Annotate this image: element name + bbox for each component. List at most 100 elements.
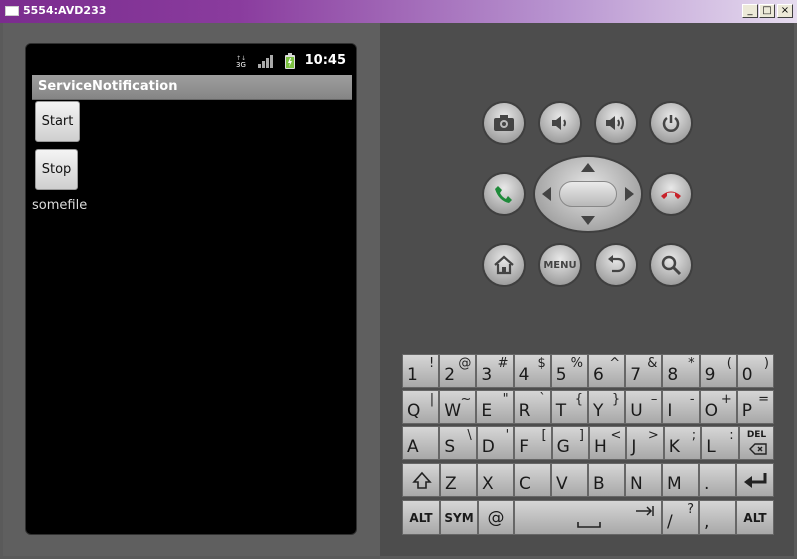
key-w[interactable]: W ~ xyxy=(439,390,477,424)
dpad-down-icon[interactable] xyxy=(581,216,595,225)
key-n[interactable]: N xyxy=(625,463,662,497)
key-t[interactable]: T{ xyxy=(550,390,588,424)
key-d[interactable]: D ' xyxy=(476,426,515,460)
at-key[interactable]: @ xyxy=(478,500,514,535)
key-q[interactable]: Q | xyxy=(402,390,440,424)
key-z[interactable]: Z xyxy=(440,463,477,497)
volume-up-button[interactable] xyxy=(596,103,636,143)
enter-key[interactable] xyxy=(736,463,774,497)
key-5[interactable]: 5% xyxy=(550,354,588,388)
slash-key[interactable]: / ? xyxy=(662,500,699,535)
maximize-button[interactable]: □ xyxy=(759,4,775,18)
key-k[interactable]: K; xyxy=(663,426,702,460)
key-y[interactable]: Y} xyxy=(588,390,626,424)
key-main-label: Y xyxy=(593,401,604,421)
key-r[interactable]: R ` xyxy=(513,390,551,424)
key-main-label: 6 xyxy=(593,365,604,385)
dpad-up-icon[interactable] xyxy=(581,163,595,172)
power-button[interactable] xyxy=(651,103,691,143)
key-8[interactable]: 8 * xyxy=(662,354,700,388)
comma-key[interactable]: , xyxy=(699,500,736,535)
volume-down-button[interactable] xyxy=(540,103,580,143)
dpad-right-icon[interactable] xyxy=(625,187,634,201)
key-i[interactable]: I- xyxy=(662,390,700,424)
key-9[interactable]: 9( xyxy=(699,354,737,388)
key-6[interactable]: 6 ^ xyxy=(588,354,626,388)
question-label: ? xyxy=(687,502,694,517)
key-period[interactable]: . xyxy=(699,463,736,497)
title-bar[interactable]: 5554:AVD233 _ □ × xyxy=(0,0,797,23)
key-main-label: R xyxy=(518,401,531,421)
alt-right-key[interactable]: ALT xyxy=(736,500,774,535)
key-main-label: . xyxy=(704,474,710,494)
sym-key[interactable]: SYM xyxy=(440,500,478,535)
key-shift-label: ` xyxy=(539,392,546,407)
camera-button[interactable] xyxy=(484,103,524,143)
key-j[interactable]: J > xyxy=(626,426,664,460)
key-2[interactable]: 2 @ xyxy=(439,354,477,388)
back-button[interactable] xyxy=(596,245,636,285)
dpad[interactable] xyxy=(535,157,641,231)
key-1[interactable]: 1! xyxy=(402,354,440,388)
alt-left-key[interactable]: ALT xyxy=(402,500,440,535)
key-m[interactable]: M xyxy=(662,463,699,497)
key-b[interactable]: B xyxy=(588,463,625,497)
key-shift-label: @ xyxy=(458,356,472,371)
key-main-label: D xyxy=(481,437,495,457)
key-7[interactable]: 7 & xyxy=(625,354,663,388)
key-main-label: U xyxy=(630,401,643,421)
key-main-label: L xyxy=(706,437,716,457)
sym-label: SYM xyxy=(444,510,474,525)
close-button[interactable]: × xyxy=(777,4,793,18)
key-g[interactable]: G] xyxy=(551,426,589,460)
key-s[interactable]: S \ xyxy=(439,426,477,460)
key-a[interactable]: A xyxy=(402,426,440,460)
alt-right-label: ALT xyxy=(743,510,767,525)
key-o[interactable]: O + xyxy=(699,390,737,424)
battery-icon xyxy=(285,53,295,69)
home-icon xyxy=(494,255,514,275)
key-0[interactable]: 0) xyxy=(736,354,774,388)
key-shift-label: ] xyxy=(578,428,584,443)
emulator-window: 5554:AVD233 _ □ × ↑↓ 3G 10:45 ServiceNot… xyxy=(0,0,797,559)
key-v[interactable]: V xyxy=(551,463,588,497)
key-main-label: W xyxy=(444,401,461,421)
key-main-label: J xyxy=(631,437,637,457)
shift-key[interactable] xyxy=(402,463,440,497)
stop-button[interactable]: Stop xyxy=(35,149,78,190)
device-screen[interactable]: ↑↓ 3G 10:45 ServiceNotification Start St… xyxy=(25,43,357,535)
dpad-left-icon[interactable] xyxy=(542,187,551,201)
key-e[interactable]: E " xyxy=(476,390,514,424)
key-3[interactable]: 3 # xyxy=(476,354,514,388)
key-main-label: I xyxy=(667,401,673,421)
keyboard: 1! 2 @3 #4 $5% 6 ^ 7 & 8 * 9(0) Q | W ~ E " R ` T{Y} U – I - O + P… xyxy=(402,354,774,535)
call-button[interactable] xyxy=(484,174,524,214)
home-button[interactable] xyxy=(484,245,524,285)
key-4[interactable]: 4 $ xyxy=(513,354,551,388)
search-button[interactable] xyxy=(651,245,691,285)
key-main-label: 2 xyxy=(444,365,456,385)
space-key[interactable] xyxy=(514,500,662,535)
key-h[interactable]: H < xyxy=(589,426,627,460)
dpad-center-button[interactable] xyxy=(559,181,617,207)
key-main-label: G xyxy=(556,437,570,457)
key-l[interactable]: L: xyxy=(701,426,739,460)
key-u[interactable]: U – xyxy=(625,390,663,424)
key-c[interactable]: C xyxy=(514,463,551,497)
minimize-button[interactable]: _ xyxy=(742,4,758,18)
key-shift-label: } xyxy=(611,392,621,407)
key-shift-label: + xyxy=(720,392,732,407)
volume-up-icon xyxy=(606,116,624,130)
key-f[interactable]: F[ xyxy=(514,426,552,460)
key-main-label: H xyxy=(594,437,607,457)
menu-button[interactable]: MENU xyxy=(540,245,580,285)
key-p[interactable]: P = xyxy=(736,390,774,424)
search-icon xyxy=(661,255,682,276)
key-x[interactable]: X xyxy=(477,463,514,497)
delete-key[interactable]: DEL xyxy=(739,426,774,460)
key-main-label: 5 xyxy=(555,365,567,385)
key-shift-label: ! xyxy=(428,356,435,371)
start-button[interactable]: Start xyxy=(35,101,80,142)
key-shift-label: = xyxy=(758,392,769,407)
end-call-button[interactable] xyxy=(651,174,691,214)
